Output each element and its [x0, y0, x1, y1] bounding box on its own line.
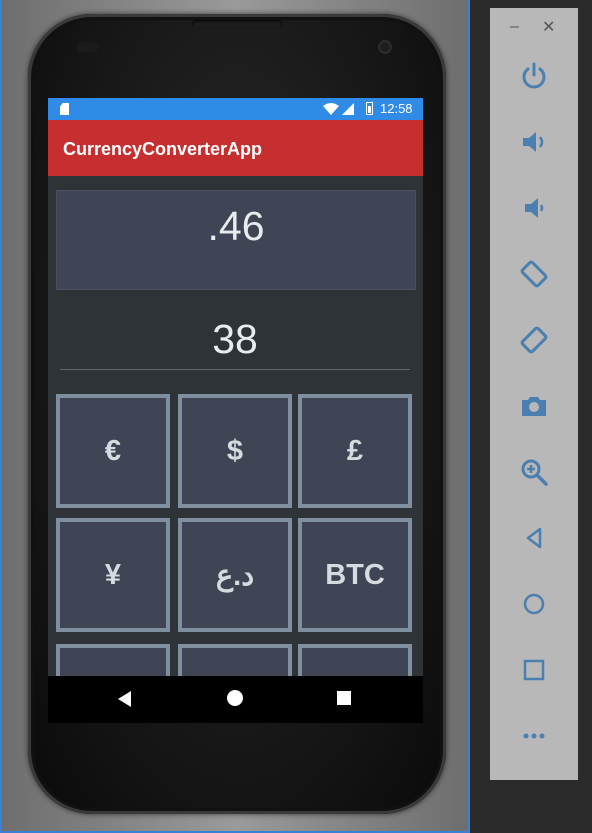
rotate-left-icon[interactable]: [514, 254, 554, 294]
amount-input[interactable]: 38: [60, 298, 410, 370]
nav-recents-icon[interactable]: [337, 691, 351, 705]
result-value: .46: [207, 203, 265, 249]
volume-up-icon[interactable]: [514, 122, 554, 162]
nav-back-icon[interactable]: [118, 691, 131, 707]
camera-icon[interactable]: [514, 386, 554, 426]
back-icon[interactable]: [514, 518, 554, 558]
rotate-right-icon[interactable]: [514, 320, 554, 360]
app-title: CurrencyConverterApp: [63, 139, 263, 159]
overview-icon[interactable]: [514, 650, 554, 690]
navigation-bar: [48, 676, 423, 723]
currency-button-yen[interactable]: ¥: [56, 518, 170, 632]
volume-down-icon[interactable]: [514, 188, 554, 228]
power-icon[interactable]: [514, 56, 554, 96]
status-time: 12:58: [380, 101, 413, 116]
currency-button-bitcoin[interactable]: BTC: [298, 518, 412, 632]
signal-icon: [342, 103, 354, 115]
more-icon[interactable]: [514, 716, 554, 756]
currency-button-dollar[interactable]: $: [178, 394, 292, 508]
amount-value[interactable]: 38: [60, 316, 410, 363]
front-camera: [378, 40, 392, 54]
currency-button-euro[interactable]: €: [56, 394, 170, 508]
currency-button-iraqi-dinar[interactable]: د.ع: [178, 518, 292, 632]
close-icon[interactable]: ✕: [542, 17, 555, 37]
home-icon[interactable]: [514, 584, 554, 624]
sim-card-icon: [60, 103, 69, 115]
battery-icon: [366, 102, 373, 115]
minimize-icon[interactable]: –: [510, 18, 519, 36]
nav-home-icon[interactable]: [227, 690, 243, 706]
zoom-icon[interactable]: [514, 452, 554, 492]
device-screen: 12:58 CurrencyConverterApp .46 38 € $ £ …: [48, 98, 423, 723]
app-bar: CurrencyConverterApp: [48, 120, 423, 176]
result-display: .46: [56, 190, 416, 290]
currency-button-pound[interactable]: £: [298, 394, 412, 508]
proximity-sensor: [76, 42, 98, 52]
wifi-icon: [323, 103, 339, 115]
emulator-toolbar: – ✕: [490, 8, 578, 780]
status-bar: 12:58: [48, 98, 423, 120]
speaker-grille: [192, 20, 282, 28]
emulator-window: 12:58 CurrencyConverterApp .46 38 € $ £ …: [0, 0, 470, 833]
